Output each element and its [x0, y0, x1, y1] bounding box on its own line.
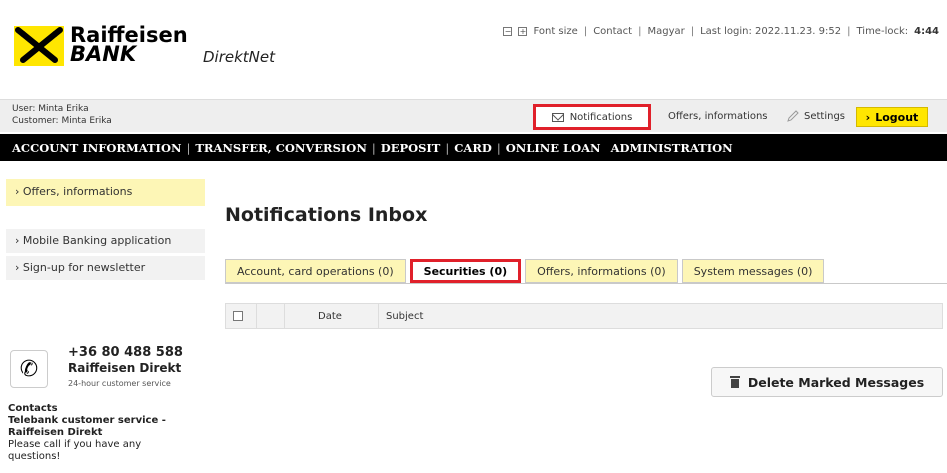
font-size-label: Font size — [533, 26, 578, 37]
brand-name: Raiffeisen BANK — [70, 25, 188, 66]
brand-line-2: BANK — [70, 42, 137, 66]
sidebar-item-mobile-banking[interactable]: › Mobile Banking application — [6, 229, 205, 253]
delete-marked-button[interactable]: Delete Marked Messages — [711, 367, 943, 397]
notifications-label: Notifications — [569, 111, 633, 123]
tab-system-messages[interactable]: System messages (0) — [681, 259, 825, 283]
messages-table-header: Date Subject — [225, 303, 943, 329]
contacts-block: Contacts Telebank customer service - Rai… — [8, 403, 208, 463]
contacts-line-1: Telebank customer service - — [8, 415, 166, 426]
nav-account-information[interactable]: ACCOUNT INFORMATION — [12, 141, 181, 155]
sidebar-item-newsletter[interactable]: › Sign-up for newsletter — [6, 256, 205, 280]
envelope-icon — [551, 112, 564, 122]
tab-account-card-operations[interactable]: Account, card operations (0) — [225, 259, 406, 283]
nav-administration[interactable]: ADMINISTRATION — [611, 141, 733, 155]
contacts-line-2: Raiffeisen Direkt — [8, 427, 103, 438]
user-name: User: Minta Erika — [12, 104, 89, 114]
column-subject[interactable]: Subject — [386, 311, 423, 322]
page-title: Notifications Inbox — [225, 204, 428, 226]
sidebar-item-offers[interactable]: › Offers, informations — [6, 179, 205, 206]
customer-service-box: ✆ +36 80 488 588 Raiffeisen Direkt 24-ho… — [8, 345, 197, 398]
phone-title: Raiffeisen Direkt — [68, 361, 182, 375]
language-link[interactable]: Magyar — [647, 26, 684, 37]
phone-icon: ✆ — [10, 350, 48, 388]
tab-securities[interactable]: Securities (0) — [409, 259, 522, 283]
top-links: − + Font size | Contact | Magyar | Last … — [503, 26, 939, 37]
tab-underline — [225, 283, 947, 284]
phone-subtitle: 24-hour customer service — [68, 379, 171, 388]
contacts-line-3: Please call if you have any — [8, 439, 142, 450]
font-increase-button[interactable]: + — [518, 27, 528, 36]
timelock-label: Time-lock: — [856, 26, 909, 37]
last-login: Last login: 2022.11.23. 9:52 — [700, 26, 842, 37]
nav-online-loan[interactable]: ONLINE LOAN — [506, 141, 601, 155]
notifications-button[interactable]: Notifications — [533, 104, 651, 130]
logout-label: Logout — [875, 110, 919, 124]
contacts-title: Contacts — [8, 403, 58, 414]
logout-button[interactable]: › Logout — [856, 107, 928, 127]
contacts-line-4: questions! — [8, 451, 61, 462]
font-decrease-button[interactable]: − — [503, 27, 513, 36]
timelock-value: 4:44 — [914, 26, 939, 37]
column-divider — [256, 304, 257, 328]
phone-number: +36 80 488 588 — [68, 345, 183, 360]
offers-link[interactable]: Offers, informations — [668, 111, 768, 122]
main-nav: ACCOUNT INFORMATION | TRANSFER, CONVERSI… — [0, 134, 947, 161]
notification-tabs: Account, card operations (0) Securities … — [225, 259, 825, 283]
nav-deposit[interactable]: DEPOSIT — [381, 141, 441, 155]
chevron-right-icon: › — [865, 110, 871, 124]
pencil-icon — [787, 110, 799, 122]
settings-label: Settings — [804, 110, 846, 122]
settings-link[interactable]: Settings — [786, 109, 845, 123]
column-divider — [378, 304, 379, 328]
trash-icon — [729, 376, 740, 388]
tab-offers-informations[interactable]: Offers, informations (0) — [525, 259, 678, 283]
user-bar: User: Minta Erika Customer: Minta Erika … — [0, 99, 947, 132]
product-name: DirektNet — [203, 48, 276, 66]
user-info: User: Minta Erika Customer: Minta Erika — [12, 103, 112, 127]
customer-name: Customer: Minta Erika — [12, 116, 112, 126]
column-divider — [284, 304, 285, 328]
nav-card[interactable]: CARD — [454, 141, 492, 155]
delete-label: Delete Marked Messages — [747, 374, 925, 390]
nav-transfer-conversion[interactable]: TRANSFER, CONVERSION — [195, 141, 367, 155]
select-all-checkbox[interactable] — [233, 311, 243, 321]
contact-link[interactable]: Contact — [593, 26, 632, 37]
column-date[interactable]: Date — [318, 311, 342, 322]
